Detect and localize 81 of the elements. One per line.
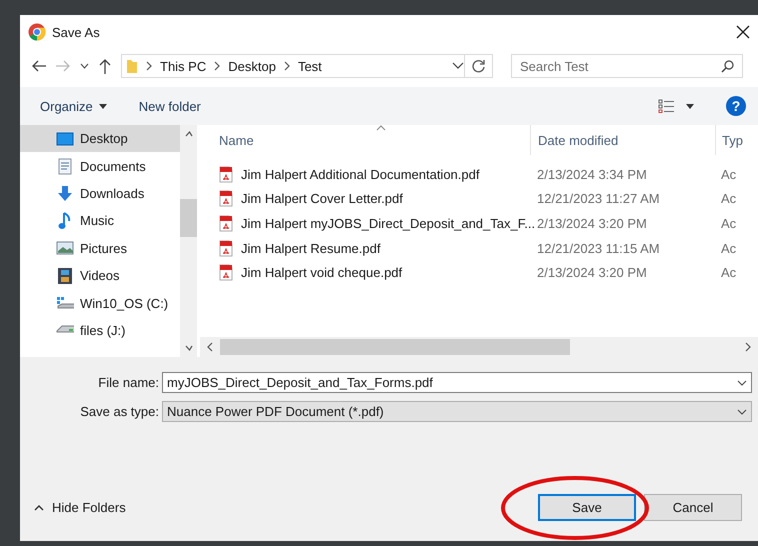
film-icon bbox=[57, 266, 73, 285]
dropdown-caret-icon bbox=[98, 104, 107, 108]
chevron-icon bbox=[282, 61, 291, 71]
pdf-file-icon bbox=[219, 240, 233, 257]
scroll-left-icon bbox=[206, 342, 214, 352]
address-bar[interactable]: This PC Desktop Test bbox=[121, 54, 465, 78]
cancel-button[interactable]: Cancel bbox=[644, 494, 742, 521]
dropdown-caret-icon bbox=[737, 408, 747, 414]
file-type: Ac bbox=[720, 216, 736, 231]
scroll-right-icon bbox=[744, 342, 752, 352]
column-header[interactable]: Name bbox=[200, 132, 530, 148]
field-label: File name: bbox=[97, 375, 160, 390]
save-button[interactable]: Save bbox=[538, 494, 636, 521]
vertical-scrollbar[interactable] bbox=[180, 125, 197, 357]
dropdown-caret-icon[interactable] bbox=[452, 62, 464, 70]
file-type: Ac bbox=[720, 191, 736, 206]
dropdown-caret-icon[interactable] bbox=[80, 63, 89, 69]
file-name[interactable]: Jim Halpert Resume.pdf bbox=[241, 240, 380, 256]
file-type: Ac bbox=[720, 166, 736, 182]
file-date: 12/21/2023 11:15 AM bbox=[536, 240, 661, 256]
chevron-icon bbox=[213, 61, 222, 71]
column-header[interactable]: Typ bbox=[715, 125, 743, 155]
close-icon[interactable] bbox=[736, 25, 750, 39]
nav-item[interactable]: files (J:) bbox=[20, 316, 180, 344]
nav-item[interactable]: Win10_OS (C:) bbox=[20, 289, 180, 317]
back-arrow-icon[interactable] bbox=[32, 60, 46, 72]
document-icon bbox=[58, 158, 72, 175]
folder-icon bbox=[126, 58, 138, 74]
nav-item[interactable]: Desktop bbox=[20, 125, 180, 152]
dropdown-caret-icon[interactable] bbox=[737, 380, 747, 386]
nav-item[interactable]: Pictures bbox=[20, 234, 180, 262]
music-note-icon bbox=[58, 212, 72, 230]
chevron-icon bbox=[145, 61, 153, 71]
dropdown-caret-icon[interactable] bbox=[686, 104, 694, 108]
breadcrumb[interactable]: This PC bbox=[160, 58, 206, 74]
view-options-icon[interactable] bbox=[658, 99, 674, 113]
nav-item[interactable]: Videos bbox=[20, 262, 180, 290]
help-button[interactable]: ? bbox=[726, 96, 746, 116]
nav-item[interactable]: Downloads bbox=[20, 180, 180, 208]
file-type: Ac bbox=[720, 265, 736, 280]
picture-icon bbox=[56, 241, 74, 256]
breadcrumb[interactable]: Desktop bbox=[228, 58, 276, 74]
file-date: 12/21/2023 11:27 AM bbox=[536, 191, 661, 206]
refresh-button[interactable] bbox=[465, 54, 493, 78]
nav-item[interactable]: Music bbox=[20, 207, 180, 235]
chevron-up-icon bbox=[34, 504, 44, 510]
window-title: Save As bbox=[52, 24, 101, 40]
hide-folders-button[interactable]: Hide Folders bbox=[34, 500, 530, 515]
organize-menu[interactable]: Organize bbox=[40, 98, 107, 114]
sort-caret-icon bbox=[376, 125, 386, 131]
new-folder-button[interactable]: New folder bbox=[138, 98, 201, 114]
pdf-file-icon bbox=[219, 166, 233, 183]
search-icon bbox=[721, 60, 734, 72]
file-name-field[interactable]: myJOBS_Direct_Deposit_and_Tax_Forms.pdf bbox=[162, 372, 752, 393]
field-label: Save as type: bbox=[79, 404, 160, 419]
chrome-logo-icon bbox=[28, 23, 46, 41]
scrollbar-thumb[interactable] bbox=[220, 339, 570, 355]
horizontal-scrollbar[interactable] bbox=[200, 337, 758, 357]
file-date: 2/13/2024 3:20 PM bbox=[536, 265, 648, 280]
pdf-file-icon bbox=[219, 190, 233, 208]
search-field[interactable]: Search Test bbox=[511, 54, 743, 78]
up-arrow-icon[interactable] bbox=[99, 58, 111, 74]
file-date: 2/13/2024 3:34 PM bbox=[536, 166, 648, 182]
pdf-file-icon bbox=[219, 214, 233, 232]
desktop-icon bbox=[56, 132, 74, 146]
file-type: Ac bbox=[720, 240, 736, 256]
pdf-file-icon bbox=[219, 264, 233, 282]
refresh-icon bbox=[472, 59, 486, 73]
file-name[interactable]: Jim Halpert Cover Letter.pdf bbox=[241, 191, 403, 206]
file-name[interactable]: Jim Halpert myJOBS_Direct_Deposit_and_Tax_F... bbox=[241, 216, 536, 231]
column-header[interactable]: Date modified bbox=[530, 125, 715, 155]
file-name[interactable]: Jim Halpert Additional Documentation.pdf bbox=[241, 166, 480, 182]
scrollbar-thumb[interactable] bbox=[180, 199, 197, 237]
drive-icon bbox=[56, 296, 74, 310]
download-icon bbox=[57, 184, 73, 202]
file-type-dropdown[interactable]: Nuance Power PDF Document (*.pdf) bbox=[162, 401, 752, 422]
scroll-down-icon bbox=[184, 343, 192, 353]
breadcrumb[interactable]: Test bbox=[298, 58, 322, 74]
scroll-up-icon bbox=[184, 129, 192, 139]
file-name[interactable]: Jim Halpert void cheque.pdf bbox=[241, 265, 402, 280]
nav-item[interactable]: Documents bbox=[20, 152, 180, 180]
